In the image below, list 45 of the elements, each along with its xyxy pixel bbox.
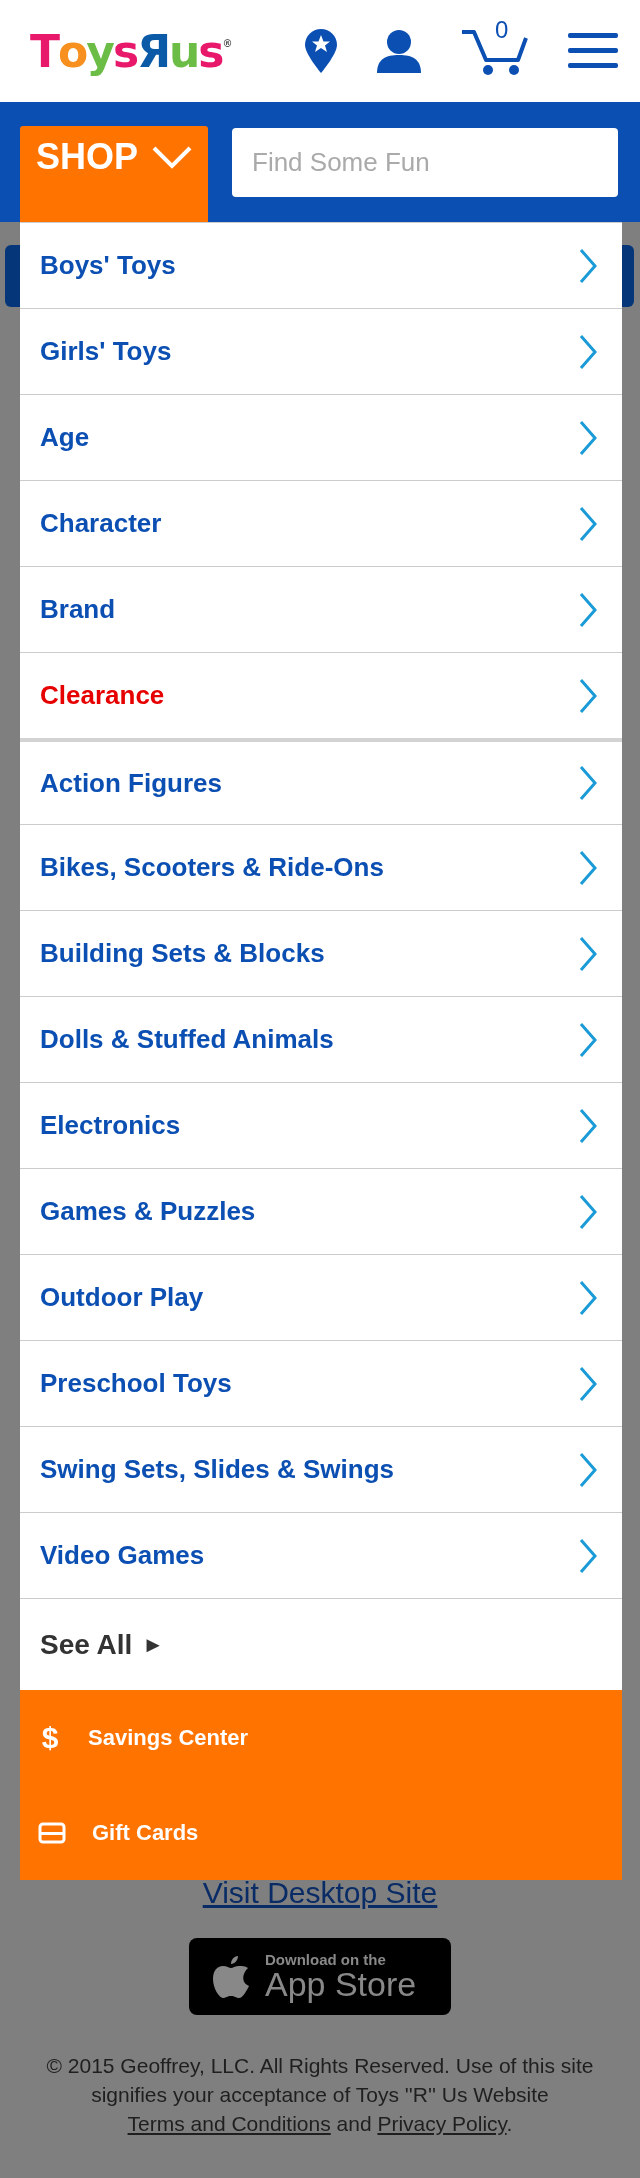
- privacy-link[interactable]: Privacy Policy: [377, 2112, 507, 2135]
- menu-item[interactable]: Building Sets & Blocks: [20, 910, 622, 996]
- menu-item[interactable]: Dolls & Stuffed Animals: [20, 996, 622, 1082]
- cart-count: 0: [495, 16, 509, 44]
- chevron-right-icon: [578, 1537, 598, 1574]
- logo[interactable]: ToysЯus®: [30, 25, 304, 77]
- chevron-right-icon: [578, 247, 598, 284]
- chevron-right-icon: [578, 1365, 598, 1402]
- chevron-right-icon: [578, 1451, 598, 1488]
- menu-item[interactable]: Swing Sets, Slides & Swings: [20, 1426, 622, 1512]
- terms-link[interactable]: Terms and Conditions: [127, 2112, 331, 2135]
- chevron-right-icon: [578, 505, 598, 542]
- apple-icon: [211, 1953, 251, 2000]
- menu-item[interactable]: Electronics: [20, 1082, 622, 1168]
- menu-item[interactable]: Girls' Toys: [20, 308, 622, 394]
- chevron-down-icon: [152, 146, 193, 170]
- chevron-right-icon: [578, 935, 598, 972]
- menu-item[interactable]: Outdoor Play: [20, 1254, 622, 1340]
- app-store-button[interactable]: Download on the App Store: [189, 1938, 451, 2015]
- user-icon[interactable]: [376, 29, 422, 73]
- chevron-right-icon: [578, 591, 598, 628]
- chevron-right-icon: [578, 419, 598, 456]
- chevron-right-icon: [578, 333, 598, 370]
- dollar-icon: $: [38, 1720, 62, 1755]
- menu-item[interactable]: Action Figures: [20, 738, 622, 824]
- chevron-right-icon: [578, 1279, 598, 1316]
- chevron-right-icon: [578, 1021, 598, 1058]
- location-pin-icon[interactable]: [304, 28, 338, 74]
- chevron-right-icon: [578, 677, 598, 714]
- chevron-right-icon: [578, 1107, 598, 1144]
- chevron-right-icon: [578, 1193, 598, 1230]
- chevron-right-icon: [578, 849, 598, 886]
- menu-item[interactable]: Preschool Toys: [20, 1340, 622, 1426]
- menu-icon[interactable]: [568, 32, 618, 70]
- copyright-text: © 2015 Geoffrey, LLC. All Rights Reserved. Use of this site signifies your acceptance of Toys ''R'' Us Website Terms and Conditions and Privacy Policy.: [45, 2053, 595, 2137]
- chevron-right-icon: [578, 765, 598, 801]
- menu-item[interactable]: Age: [20, 394, 622, 480]
- search-field[interactable]: Find Some Fun: [232, 128, 618, 197]
- menu-item[interactable]: Games & Puzzles: [20, 1168, 622, 1254]
- menu-item[interactable]: Bikes, Scooters & Ride-Ons: [20, 824, 622, 910]
- card-icon: [38, 1821, 66, 1844]
- menu-item[interactable]: Video Games: [20, 1512, 622, 1598]
- menu-item[interactable]: Brand: [20, 566, 622, 652]
- menu-item[interactable]: Character: [20, 480, 622, 566]
- menu-item[interactable]: Clearance: [20, 652, 622, 738]
